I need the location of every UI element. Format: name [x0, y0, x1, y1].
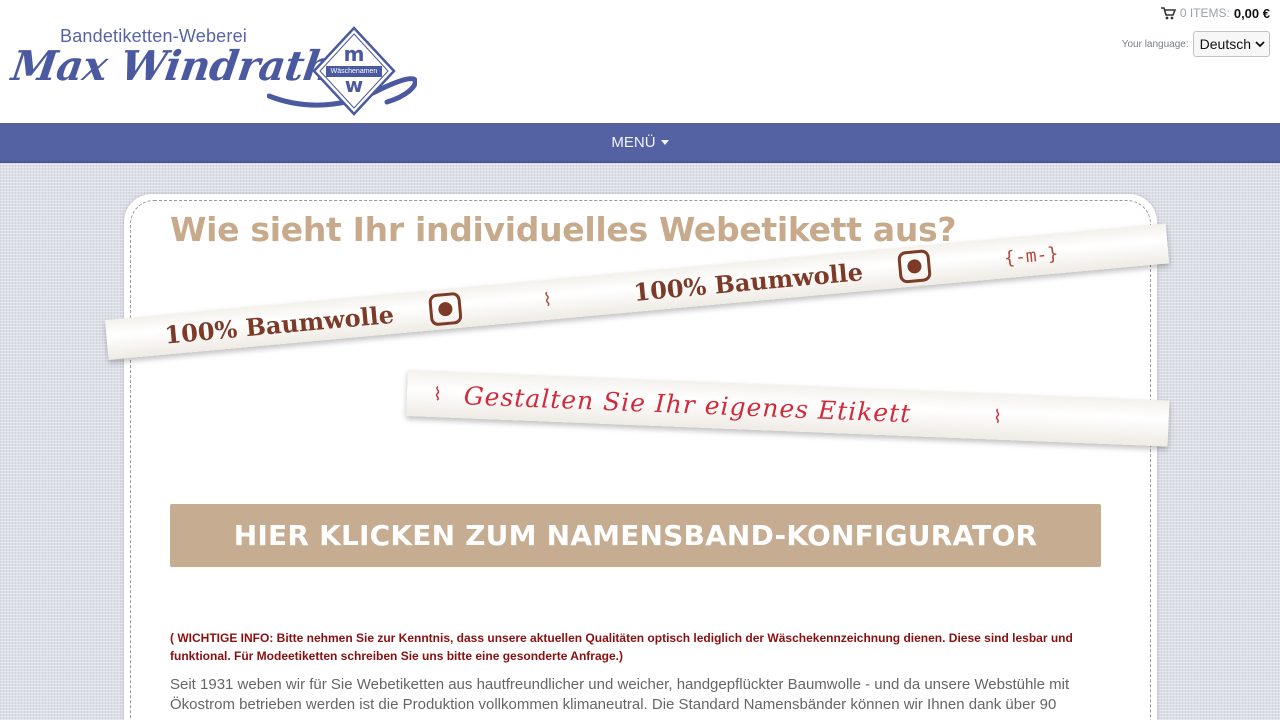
important-notice: ( WICHTIGE INFO: Bitte nehmen Sie zur Ke…	[170, 631, 1073, 663]
cart-items-label: 0 ITEMS:	[1179, 6, 1230, 20]
cotton-flower-icon	[897, 249, 932, 284]
shopping-cart-icon	[1160, 6, 1176, 19]
language-select[interactable]: Deutsch	[1192, 31, 1270, 57]
intro-paragraph: Seit 1931 weben wir für Sie Webetiketten…	[170, 676, 1070, 713]
chevron-down-icon	[1255, 40, 1265, 47]
logo-badge-text: Wäschenamen	[330, 68, 378, 75]
language-label: Your language:	[1121, 38, 1189, 50]
cotton-flower-icon	[428, 291, 463, 327]
ribbon-stitch-icon: ⌇	[542, 288, 553, 311]
caret-down-icon	[660, 139, 669, 145]
page-title: Wie sieht Ihr individuelles Webetikett a…	[170, 210, 957, 249]
logo[interactable]: Bandetiketten-Weberei Max Windrath m w W…	[9, 26, 417, 118]
configurator-button[interactable]: HIER KLICKEN ZUM NAMENSBAND-KONFIGURATOR	[170, 504, 1101, 567]
ribbon-logo-mark-icon: {-m-}	[1003, 242, 1060, 269]
menu-toggle[interactable]: MENÜ	[611, 133, 669, 151]
cart-total: 0,00 €	[1233, 5, 1270, 21]
ribbon-text-custom: Gestalten Sie Ihr eigenes Etikett	[463, 380, 912, 428]
site-header: Bandetiketten-Weberei Max Windrath m w W…	[0, 0, 1280, 123]
cart-summary[interactable]: 0 ITEMS: 0,00 €	[1160, 4, 1270, 22]
ribbon-stitch-icon: ⌇	[432, 383, 443, 405]
svg-text:m: m	[344, 42, 365, 66]
main-navbar: MENÜ	[0, 123, 1280, 163]
menu-label: MENÜ	[611, 133, 656, 151]
ribbon-stitch-icon: ⌇	[992, 406, 1003, 428]
svg-text:w: w	[345, 73, 363, 97]
language-switcher: Your language: Deutsch	[1122, 31, 1270, 57]
language-selected-value: Deutsch	[1199, 36, 1251, 52]
